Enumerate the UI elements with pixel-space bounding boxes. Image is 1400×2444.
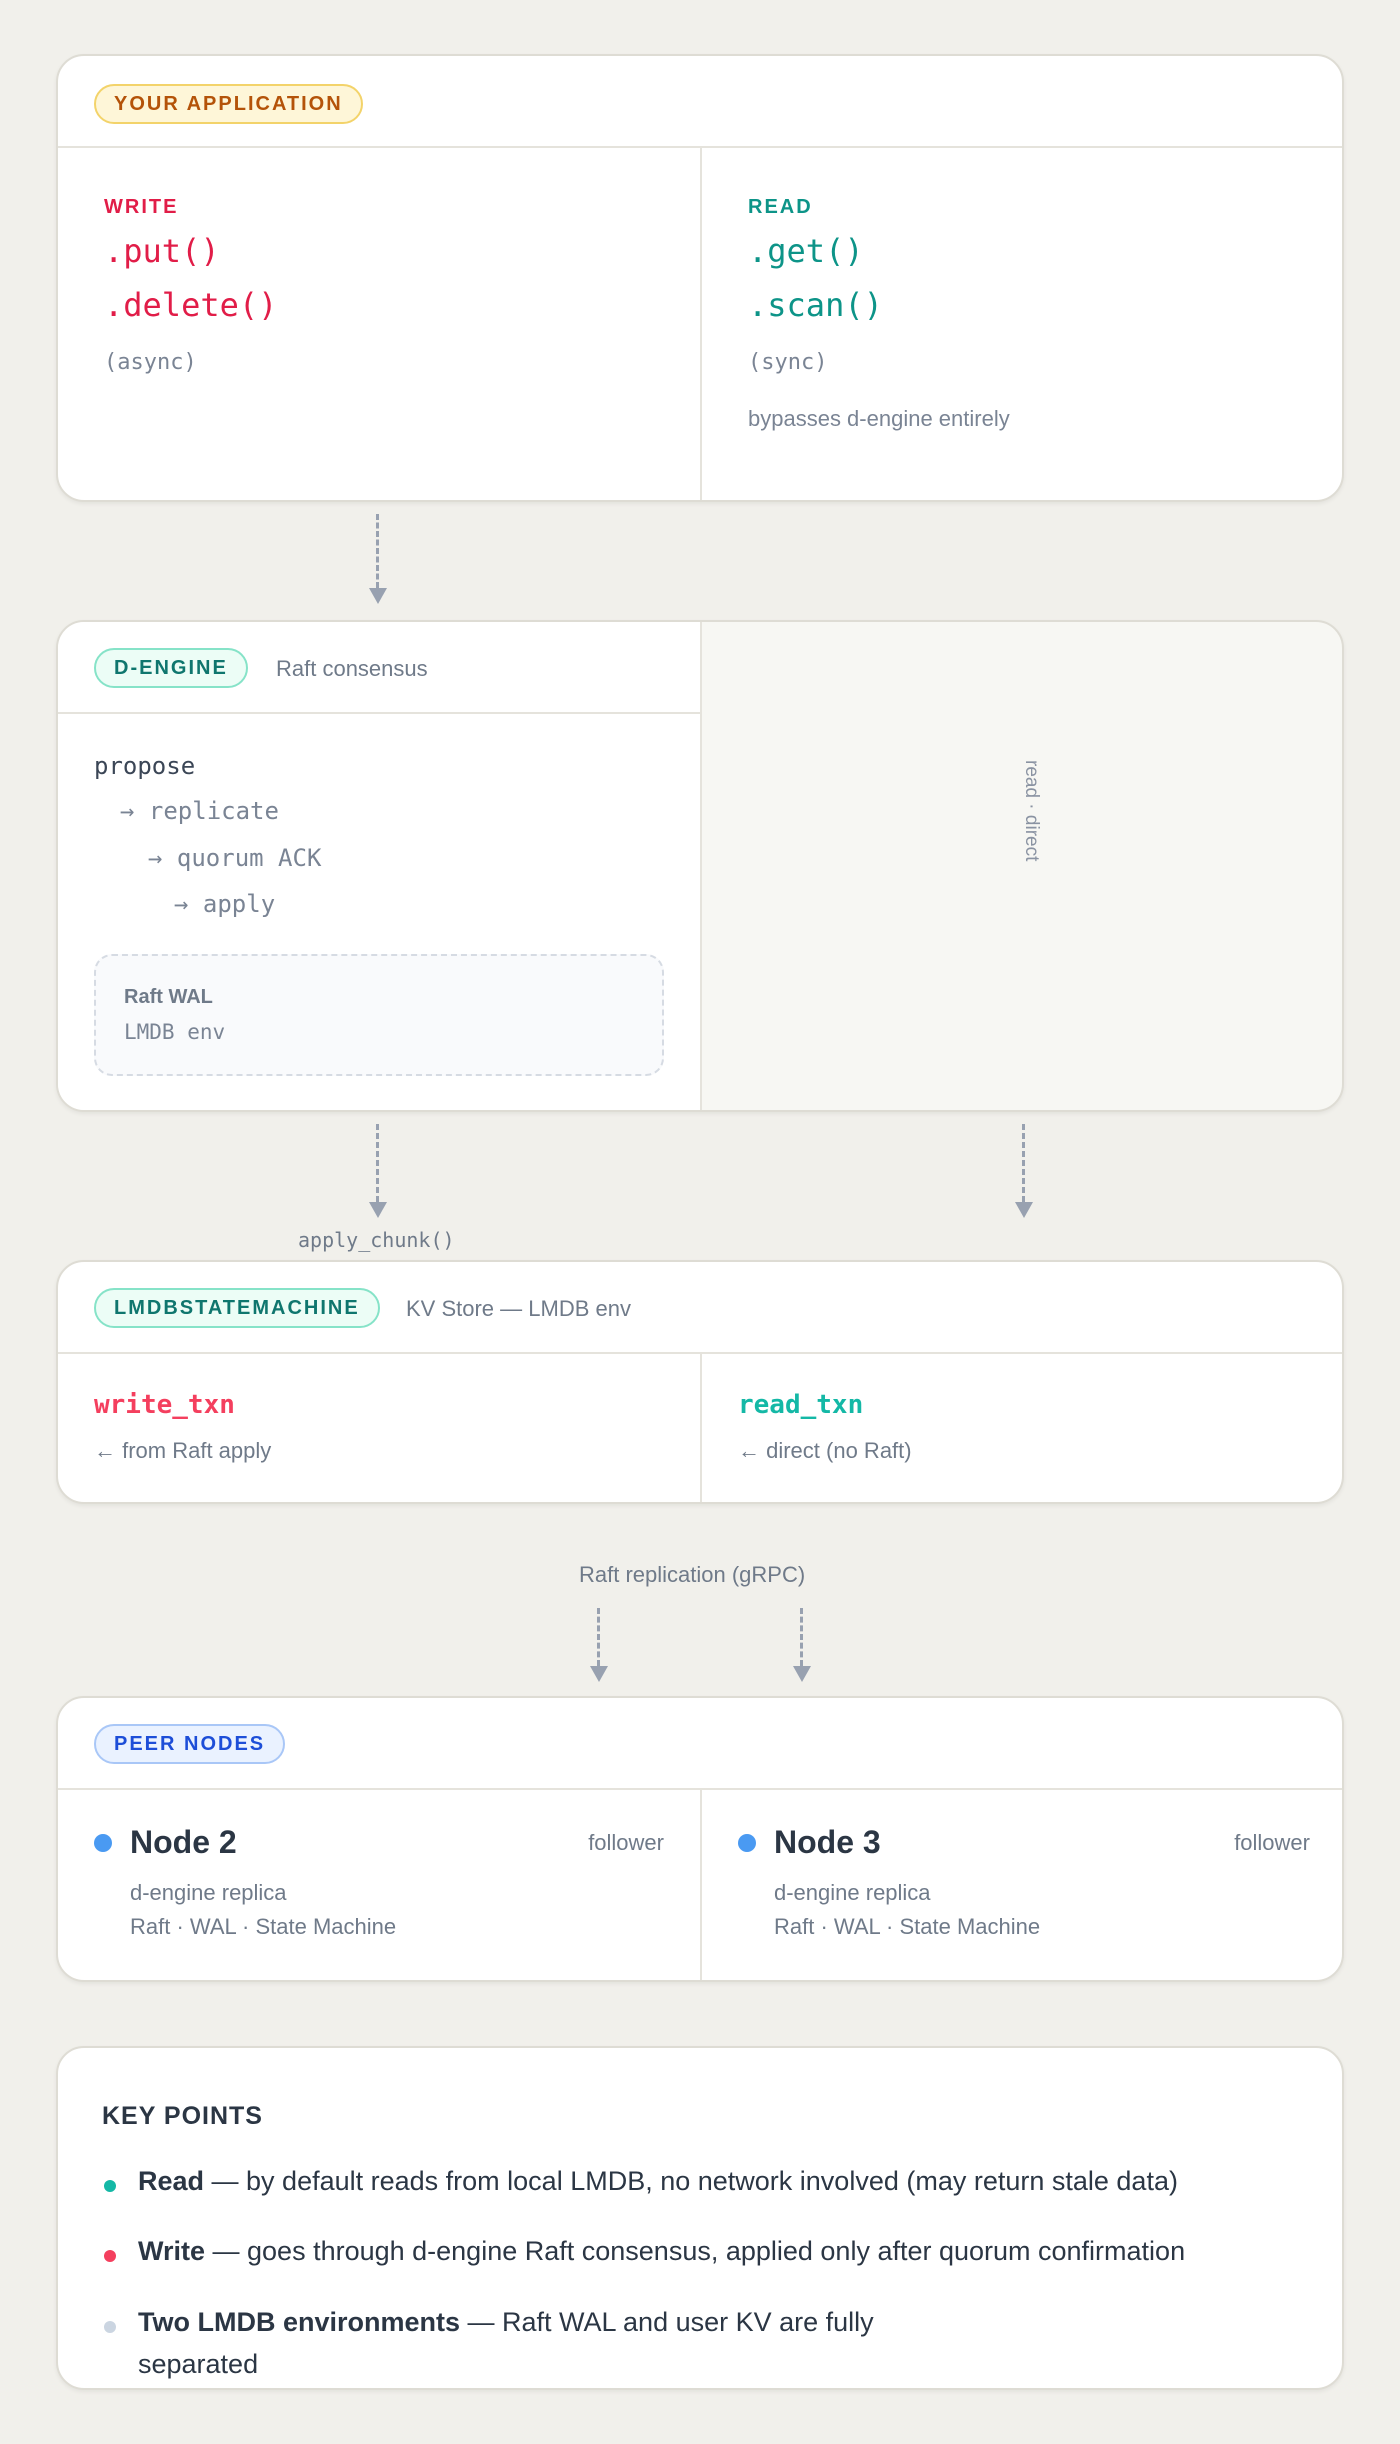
key-points-card: KEY POINTS Read — by default reads from … xyxy=(56,2046,1344,2390)
bullet-read xyxy=(104,2180,116,2192)
step-quorum-ack: → quorum ACK xyxy=(148,844,322,872)
node-3-line-2: Raft · WAL · State Machine xyxy=(774,1914,1041,1939)
read-bypass-note: bypasses d-engine entirely xyxy=(748,406,1010,431)
read-direct-label: read · direct xyxy=(1021,760,1042,862)
write-txn: write_txn xyxy=(94,1390,235,1420)
state-machine-card: LMDBSTATEMACHINE KV Store — LMDB env wri… xyxy=(56,1260,1344,1504)
engine-card: D-ENGINE Raft consensus propose → replic… xyxy=(56,620,1344,1112)
node-3-line-1: d-engine replica xyxy=(774,1880,931,1905)
bullet-write xyxy=(104,2250,116,2262)
key-point-read: Read — by default reads from local LMDB,… xyxy=(138,2166,1178,2197)
key-point-write-text: — goes through d-engine Raft consensus, … xyxy=(205,2236,1186,2266)
arrow-engine-to-sm xyxy=(369,1124,387,1220)
node-2-line-2: Raft · WAL · State Machine xyxy=(130,1914,397,1939)
state-machine-divider xyxy=(700,1354,702,1502)
state-machine-subtitle: KV Store — LMDB env xyxy=(406,1296,631,1321)
key-point-read-bold: Read xyxy=(138,2166,205,2196)
read-label: READ xyxy=(748,196,813,218)
node-3-role: follower xyxy=(1234,1830,1310,1855)
bullet-lmdb xyxy=(104,2321,116,2333)
key-points-title: KEY POINTS xyxy=(102,2102,263,2130)
key-point-lmdb-text: — Raft WAL and user KV are fully xyxy=(460,2307,874,2337)
key-point-write: Write — goes through d-engine Raft conse… xyxy=(138,2236,1185,2267)
apply-chunk-label: apply_chunk() xyxy=(298,1228,455,1252)
key-point-read-text: — by default reads from local LMDB, no n… xyxy=(204,2166,1178,2196)
replication-label: Raft replication (gRPC) xyxy=(579,1562,806,1587)
peer-nodes-badge: PEER NODES xyxy=(94,1724,286,1764)
put-method: .put() xyxy=(104,232,220,270)
write-mode: (async) xyxy=(104,350,197,375)
engine-badge: D-ENGINE xyxy=(94,648,248,688)
key-point-lmdb-continued: separated xyxy=(138,2349,259,2379)
application-divider xyxy=(700,148,702,500)
read-mode: (sync) xyxy=(748,350,828,375)
read-txn-note: ← direct (no Raft) xyxy=(738,1438,912,1463)
node-3-name: Node 3 xyxy=(774,1824,881,1860)
step-replicate: → replicate xyxy=(120,797,279,825)
raft-wal-title: Raft WAL xyxy=(124,986,213,1008)
node-3-status-dot xyxy=(738,1834,756,1852)
node-2-line-1: d-engine replica xyxy=(130,1880,287,1905)
arrow-replication-node3 xyxy=(793,1608,811,1684)
application-badge: YOUR APPLICATION xyxy=(94,84,363,124)
arrow-replication-node2 xyxy=(590,1608,608,1684)
raft-wal-box xyxy=(94,954,664,1076)
arrow-app-to-engine xyxy=(369,514,387,606)
node-2-name: Node 2 xyxy=(130,1824,237,1860)
peer-nodes-card: PEER NODES Node 2 follower d-engine repl… xyxy=(56,1696,1344,1982)
node-2-status-dot xyxy=(94,1834,112,1852)
step-propose: propose xyxy=(94,752,196,780)
read-txn: read_txn xyxy=(738,1390,864,1420)
node-3-panel: Node 3 follower d-engine replica Raft · … xyxy=(702,1790,1342,1980)
key-point-lmdb: Two LMDB environments — Raft WAL and use… xyxy=(138,2307,874,2338)
get-method: .get() xyxy=(748,232,864,270)
key-point-write-bold: Write xyxy=(138,2236,206,2266)
arrow-read-direct-to-sm xyxy=(1015,1124,1033,1220)
key-point-lmdb-bold: Two LMDB environments xyxy=(138,2307,461,2337)
step-apply: → apply xyxy=(174,890,276,918)
node-2-panel: Node 2 follower d-engine replica Raft · … xyxy=(58,1790,700,1980)
engine-subtitle: Raft consensus xyxy=(276,656,428,681)
application-card: YOUR APPLICATION WRITE .put() .delete() … xyxy=(56,54,1344,502)
raft-wal-subtitle: LMDB env xyxy=(124,1020,226,1044)
write-label: WRITE xyxy=(104,196,179,218)
state-machine-badge: LMDBSTATEMACHINE xyxy=(94,1288,380,1328)
delete-method: .delete() xyxy=(104,286,278,324)
write-txn-note: ← from Raft apply xyxy=(94,1438,272,1463)
node-2-role: follower xyxy=(588,1830,664,1855)
scan-method: .scan() xyxy=(748,286,883,324)
